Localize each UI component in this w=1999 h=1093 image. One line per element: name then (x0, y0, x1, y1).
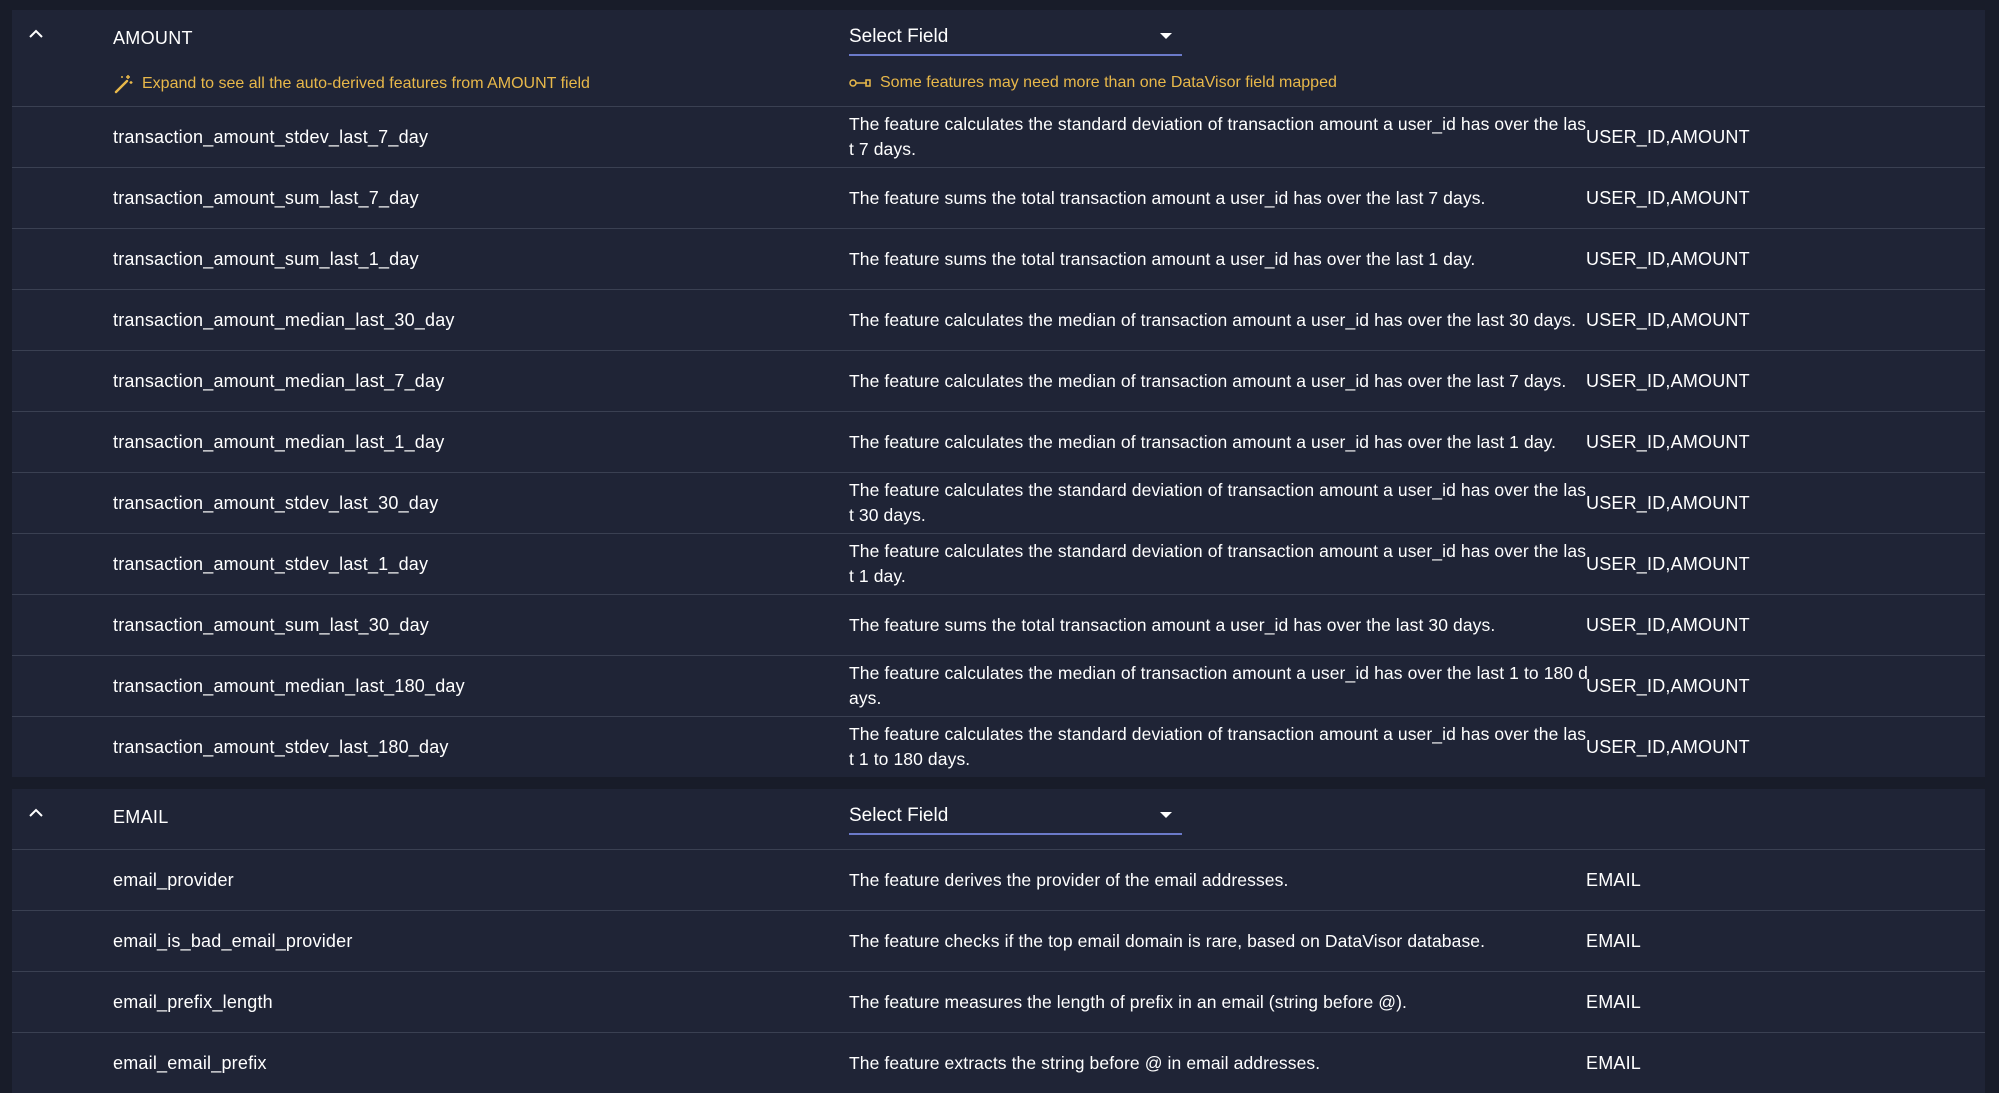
collapse-email-button[interactable] (22, 801, 50, 825)
chevron-up-icon (29, 808, 43, 817)
table-row: transaction_amount_sum_last_30_day The f… (12, 595, 1985, 656)
feature-description: The feature calculates the standard devi… (849, 541, 1587, 586)
required-fields: USER_ID,AMOUNT (1586, 370, 1750, 391)
magic-wand-icon (114, 75, 133, 94)
required-fields: USER_ID,AMOUNT (1586, 675, 1750, 696)
mapping-hint: Some features may need more than one Dat… (849, 74, 1337, 92)
field-name-email: EMAIL (113, 807, 169, 827)
expand-hint: Expand to see all the auto-derived featu… (113, 74, 590, 94)
expand-hint-text: Expand to see all the auto-derived featu… (142, 75, 590, 92)
section-amount: AMOUNT Select Field Expand to see all th… (12, 10, 1985, 777)
feature-name: transaction_amount_stdev_last_30_day (113, 492, 439, 513)
table-row: transaction_amount_sum_last_7_day The fe… (12, 168, 1985, 229)
required-fields: EMAIL (1586, 991, 1642, 1012)
feature-description: The feature calculates the median of tra… (849, 309, 1577, 330)
section-email: EMAIL Select Field email_provider The fe… (12, 789, 1985, 1093)
feature-description: The feature extracts the string before @… (849, 1052, 1321, 1073)
collapse-amount-button[interactable] (22, 22, 50, 46)
required-fields: USER_ID,AMOUNT (1586, 309, 1750, 330)
key-link-icon (849, 79, 871, 87)
feature-description: The feature calculates the standard devi… (849, 480, 1587, 525)
feature-name: transaction_amount_median_last_30_day (113, 309, 455, 330)
required-fields: USER_ID,AMOUNT (1586, 614, 1750, 635)
table-row: email_email_prefix The feature extracts … (12, 1033, 1985, 1093)
feature-name: email_provider (113, 869, 234, 890)
caret-down-icon (1160, 812, 1172, 818)
field-name-amount: AMOUNT (113, 28, 193, 48)
table-row: transaction_amount_stdev_last_7_day The … (12, 107, 1985, 168)
feature-name: transaction_amount_stdev_last_180_day (113, 736, 449, 757)
feature-description: The feature measures the length of prefi… (849, 991, 1408, 1012)
table-row: transaction_amount_median_last_180_day T… (12, 656, 1985, 717)
feature-description: The feature sums the total transaction a… (849, 614, 1496, 635)
required-fields: USER_ID,AMOUNT (1586, 492, 1750, 513)
feature-description: The feature derives the provider of the … (849, 869, 1289, 890)
feature-description: The feature calculates the median of tra… (849, 663, 1589, 708)
feature-description: The feature calculates the median of tra… (849, 370, 1567, 391)
table-row: transaction_amount_sum_last_1_day The fe… (12, 229, 1985, 290)
table-row: transaction_amount_stdev_last_1_day The … (12, 534, 1985, 595)
table-row: transaction_amount_stdev_last_180_day Th… (12, 717, 1985, 777)
required-fields: USER_ID,AMOUNT (1586, 126, 1750, 147)
table-row: email_is_bad_email_provider The feature … (12, 911, 1985, 972)
table-row: email_provider The feature derives the p… (12, 850, 1985, 911)
mapping-hint-text: Some features may need more than one Dat… (880, 74, 1337, 91)
table-row: transaction_amount_median_last_7_day The… (12, 351, 1985, 412)
required-fields: USER_ID,AMOUNT (1586, 187, 1750, 208)
feature-description: The feature sums the total transaction a… (849, 187, 1486, 208)
feature-name: email_is_bad_email_provider (113, 930, 353, 951)
section-header-amount: AMOUNT Select Field Expand to see all th… (12, 10, 1985, 107)
feature-description: The feature sums the total transaction a… (849, 248, 1476, 269)
feature-name: transaction_amount_stdev_last_1_day (113, 553, 429, 574)
feature-name: email_email_prefix (113, 1052, 267, 1073)
required-fields: USER_ID,AMOUNT (1586, 736, 1750, 757)
required-fields: EMAIL (1586, 1052, 1642, 1073)
feature-mapping-list: AMOUNT Select Field Expand to see all th… (12, 10, 1985, 1093)
required-fields: EMAIL (1586, 869, 1642, 890)
caret-down-icon (1160, 33, 1172, 39)
feature-name: transaction_amount_stdev_last_7_day (113, 126, 429, 147)
feature-description: The feature checks if the top email doma… (849, 930, 1486, 951)
required-fields: USER_ID,AMOUNT (1586, 431, 1750, 452)
feature-name: transaction_amount_sum_last_1_day (113, 248, 419, 269)
table-row: transaction_amount_stdev_last_30_day The… (12, 473, 1985, 534)
select-field-label: Select Field (849, 26, 949, 47)
feature-description: The feature calculates the median of tra… (849, 431, 1557, 452)
required-fields: USER_ID,AMOUNT (1586, 248, 1750, 269)
feature-name: transaction_amount_median_last_180_day (113, 675, 465, 696)
feature-name: transaction_amount_sum_last_7_day (113, 187, 419, 208)
select-field-label: Select Field (849, 805, 949, 826)
required-fields: EMAIL (1586, 930, 1642, 951)
chevron-up-icon (29, 29, 43, 38)
table-row: transaction_amount_median_last_1_day The… (12, 412, 1985, 473)
table-row: transaction_amount_median_last_30_day Th… (12, 290, 1985, 351)
select-field-dropdown-amount[interactable]: Select Field (849, 20, 1182, 56)
required-fields: USER_ID,AMOUNT (1586, 553, 1750, 574)
feature-name: email_prefix_length (113, 991, 273, 1012)
select-field-dropdown-email[interactable]: Select Field (849, 799, 1182, 835)
feature-name: transaction_amount_median_last_7_day (113, 370, 445, 391)
feature-description: The feature calculates the standard devi… (849, 114, 1587, 159)
table-row: email_prefix_length The feature measures… (12, 972, 1985, 1033)
feature-name: transaction_amount_sum_last_30_day (113, 614, 429, 635)
feature-description: The feature calculates the standard devi… (849, 724, 1587, 769)
section-header-email: EMAIL Select Field (12, 789, 1985, 850)
feature-name: transaction_amount_median_last_1_day (113, 431, 445, 452)
